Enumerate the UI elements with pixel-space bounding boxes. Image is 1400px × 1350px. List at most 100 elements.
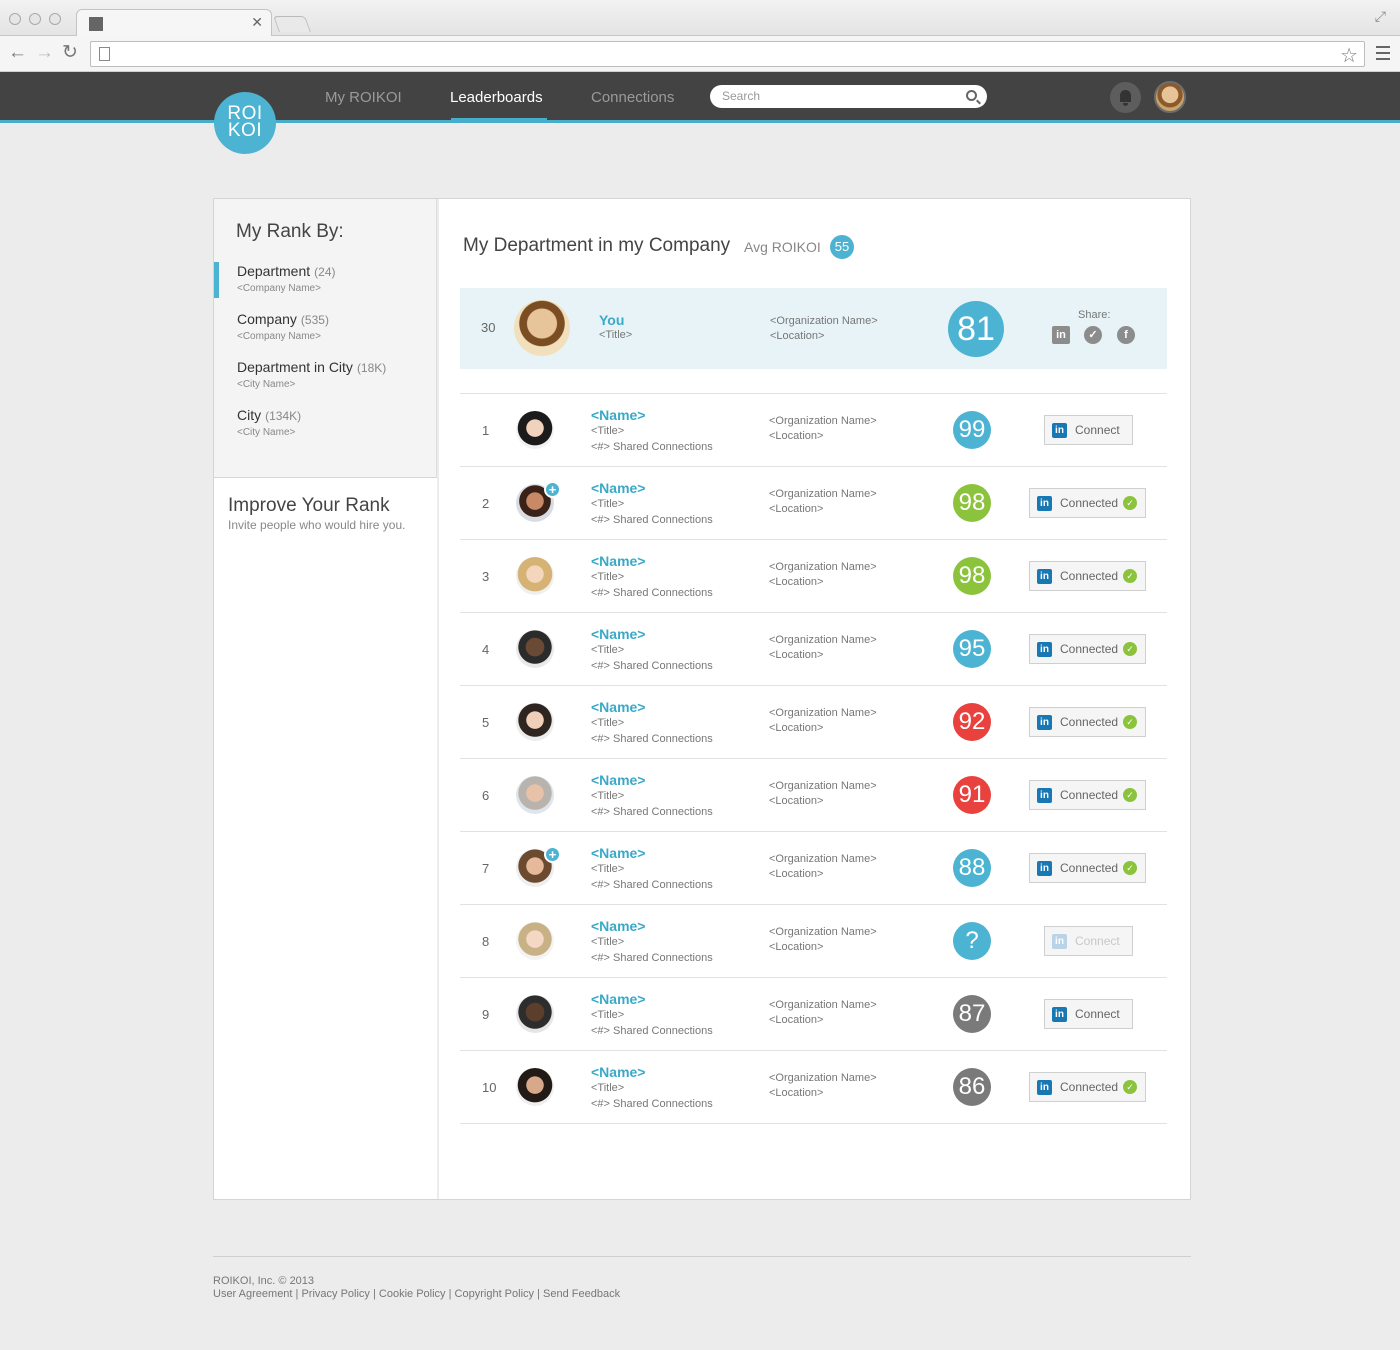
linkedin-icon: in bbox=[1037, 642, 1052, 657]
connected-button[interactable]: in Connected ✓ bbox=[1029, 488, 1146, 518]
my-org-name: <Organization Name> bbox=[770, 315, 878, 327]
improve-rank-title: Improve Your Rank bbox=[228, 495, 390, 516]
connected-button[interactable]: in Connected ✓ bbox=[1029, 634, 1146, 664]
rank-by-item[interactable]: Company (535) <Company Name> bbox=[214, 311, 436, 347]
org-name: <Organization Name> bbox=[769, 634, 877, 646]
leaderboard-row: 8 <Name> <Title> <#> Shared Connections <Org… bbox=[460, 904, 1167, 977]
footer-link[interactable]: User Agreement bbox=[213, 1288, 292, 1300]
person-name[interactable]: <Name> bbox=[591, 918, 645, 934]
leaderboard-row: 9 <Name> <Title> <#> Shared Connections <Org… bbox=[460, 977, 1167, 1050]
window-zoom-dot[interactable] bbox=[49, 13, 61, 25]
my-avatar[interactable] bbox=[514, 300, 570, 356]
nav-my-roikoi[interactable]: My ROIKOI bbox=[325, 89, 402, 106]
connected-button[interactable]: in Connected ✓ bbox=[1029, 853, 1146, 883]
link-separator: | bbox=[445, 1288, 455, 1300]
browser-tab[interactable]: ✕ bbox=[76, 9, 272, 37]
sidebar-divider bbox=[437, 199, 439, 1199]
person-name[interactable]: <Name> bbox=[591, 480, 645, 496]
rank-by-item[interactable]: City (134K) <City Name> bbox=[214, 407, 436, 443]
rank-by-item[interactable]: Department (24) <Company Name> bbox=[214, 262, 436, 299]
score-badge: 98 bbox=[953, 484, 991, 522]
footer-link[interactable]: Cookie Policy bbox=[379, 1288, 446, 1300]
connect-label: Connect bbox=[1075, 1007, 1120, 1021]
score-badge: 92 bbox=[953, 703, 991, 741]
connected-button[interactable]: in Connected ✓ bbox=[1029, 780, 1146, 810]
notifications-button[interactable] bbox=[1110, 82, 1141, 113]
twitter-icon[interactable]: ✓ bbox=[1084, 326, 1102, 344]
rank-by-item[interactable]: Department in City (18K) <City Name> bbox=[214, 359, 436, 395]
shared-connections: <#> Shared Connections bbox=[591, 587, 713, 599]
connected-button[interactable]: in Connected ✓ bbox=[1029, 707, 1146, 737]
fullscreen-icon[interactable]: ⤢ bbox=[1375, 8, 1386, 25]
linkedin-icon: in bbox=[1052, 934, 1067, 949]
avatar[interactable] bbox=[516, 703, 554, 741]
connect-label: Connected bbox=[1060, 569, 1119, 583]
add-icon[interactable]: + bbox=[544, 481, 561, 498]
avatar[interactable] bbox=[516, 557, 554, 595]
connect-button[interactable]: in Connect bbox=[1044, 415, 1133, 445]
score-badge: 86 bbox=[953, 1068, 991, 1106]
footer-link[interactable]: Send Feedback bbox=[543, 1288, 620, 1300]
connected-button[interactable]: in Connected ✓ bbox=[1029, 561, 1146, 591]
score-badge: 98 bbox=[953, 557, 991, 595]
location: <Location> bbox=[769, 795, 824, 807]
add-icon[interactable]: + bbox=[544, 846, 561, 863]
linkedin-icon: in bbox=[1037, 496, 1052, 511]
search-icon[interactable] bbox=[966, 90, 977, 101]
linkedin-icon[interactable]: in bbox=[1052, 326, 1070, 344]
connected-button[interactable]: in Connected ✓ bbox=[1029, 1072, 1146, 1102]
browser-tab-bar: ✕ ⤢ bbox=[0, 0, 1400, 37]
window-minimize-dot[interactable] bbox=[29, 13, 41, 25]
avatar[interactable] bbox=[516, 630, 554, 668]
footer-link[interactable]: Privacy Policy bbox=[301, 1288, 369, 1300]
facebook-icon[interactable]: f bbox=[1117, 326, 1135, 344]
person-name[interactable]: <Name> bbox=[591, 991, 645, 1007]
roikoi-logo[interactable]: ROI KOI bbox=[214, 92, 276, 154]
forward-icon[interactable]: → bbox=[35, 43, 54, 63]
back-icon[interactable]: ← bbox=[8, 43, 27, 63]
person-title: <Title> bbox=[591, 571, 625, 583]
address-bar[interactable]: ☆ bbox=[90, 41, 1365, 67]
browser-menu-icon[interactable] bbox=[1376, 46, 1390, 64]
check-icon: ✓ bbox=[1123, 861, 1137, 875]
person-name[interactable]: <Name> bbox=[591, 553, 645, 569]
score-badge: ? bbox=[953, 922, 991, 960]
person-name[interactable]: <Name> bbox=[591, 1064, 645, 1080]
person-name[interactable]: <Name> bbox=[591, 699, 645, 715]
nav-leaderboards[interactable]: Leaderboards bbox=[450, 89, 543, 106]
leaderboard-row: 10 <Name> <Title> <#> Shared Connections <Or… bbox=[460, 1050, 1167, 1123]
avg-roikoi-label: Avg ROIKOI bbox=[744, 239, 821, 255]
avatar[interactable] bbox=[516, 1068, 554, 1106]
avatar[interactable] bbox=[516, 922, 554, 960]
close-icon[interactable]: ✕ bbox=[251, 14, 263, 31]
person-name[interactable]: <Name> bbox=[591, 772, 645, 788]
rank-number: 7 bbox=[482, 861, 490, 876]
my-name[interactable]: You bbox=[599, 312, 624, 328]
location: <Location> bbox=[769, 868, 824, 880]
nav-connections[interactable]: Connections bbox=[591, 89, 674, 106]
connect-label: Connected bbox=[1060, 1080, 1119, 1094]
reload-icon[interactable]: ↻ bbox=[62, 43, 78, 63]
connect-button[interactable]: in Connect bbox=[1044, 999, 1133, 1029]
sidebar: My Rank By: Department (24) <Company Name>… bbox=[214, 199, 437, 1199]
person-name[interactable]: <Name> bbox=[591, 626, 645, 642]
window-close-dot[interactable] bbox=[9, 13, 21, 25]
avatar[interactable] bbox=[516, 995, 554, 1033]
rank-number: 1 bbox=[482, 423, 490, 438]
search-input[interactable] bbox=[722, 89, 952, 103]
person-name[interactable]: <Name> bbox=[591, 845, 645, 861]
avatar[interactable] bbox=[516, 411, 554, 449]
footer-link[interactable]: Copyright Policy bbox=[455, 1288, 534, 1300]
location: <Location> bbox=[769, 1014, 824, 1026]
bookmark-star-icon[interactable]: ☆ bbox=[1340, 43, 1358, 68]
rank-number: 8 bbox=[482, 934, 490, 949]
user-avatar[interactable] bbox=[1154, 81, 1186, 113]
new-tab-button[interactable] bbox=[273, 16, 311, 32]
person-name[interactable]: <Name> bbox=[591, 407, 645, 423]
org-name: <Organization Name> bbox=[769, 926, 877, 938]
connect-label: Connected bbox=[1060, 715, 1119, 729]
avatar[interactable] bbox=[516, 776, 554, 814]
footer-links: User Agreement | Privacy Policy | Cookie… bbox=[213, 1288, 620, 1300]
location: <Location> bbox=[769, 649, 824, 661]
shared-connections: <#> Shared Connections bbox=[591, 879, 713, 891]
